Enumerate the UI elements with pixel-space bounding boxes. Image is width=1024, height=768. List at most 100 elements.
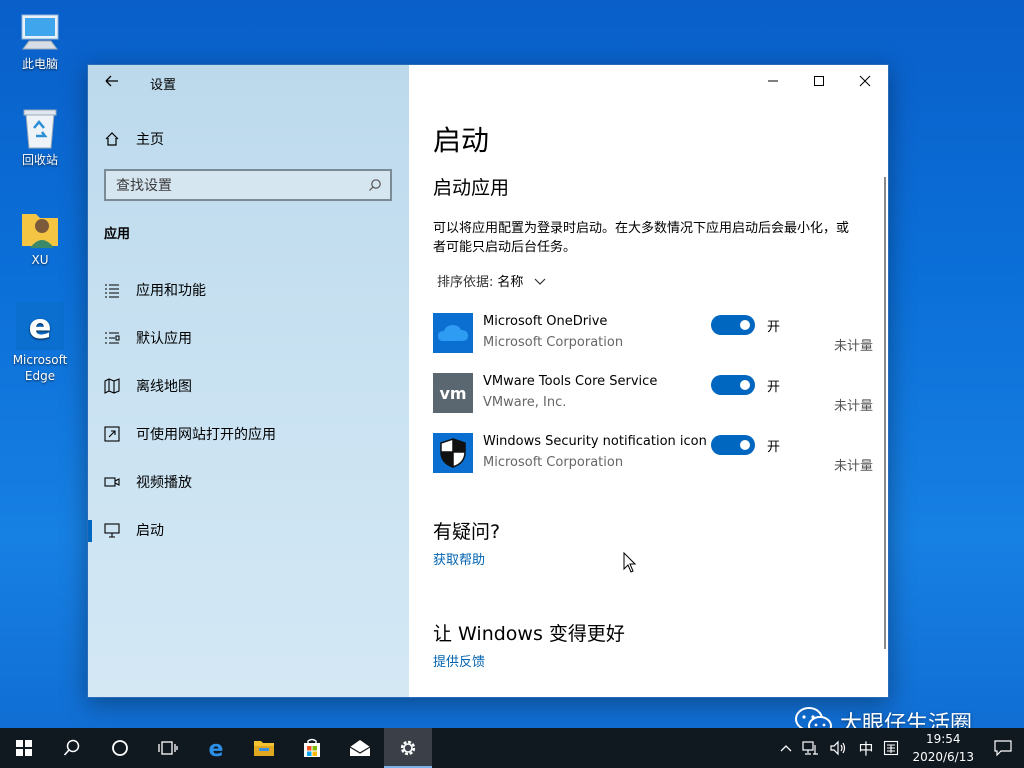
taskbar-store[interactable] [288, 728, 336, 768]
start-button[interactable] [0, 728, 48, 768]
startup-app-list: Microsoft OneDrive Microsoft Corporation… [433, 311, 873, 491]
task-view-button[interactable] [144, 728, 192, 768]
taskbar-mail[interactable] [336, 728, 384, 768]
taskbar-settings[interactable] [384, 728, 432, 768]
volume-button[interactable] [825, 740, 853, 756]
default-apps-icon [104, 330, 120, 346]
taskbar: e 中 19:54 2020/6/13 [0, 728, 1024, 768]
taskbar-edge[interactable]: e [192, 728, 240, 768]
vmware-icon: vm [433, 373, 473, 413]
apps-features-icon [104, 282, 120, 298]
description-text: 可以将应用配置为登录时启动。在大多数情况下应用启动后会最小化，或者可能只启动后台… [433, 221, 850, 255]
sidebar-item-offline-maps[interactable]: 离线地图 [88, 362, 409, 410]
desktop-icon-edge[interactable]: e Microsoft Edge [4, 302, 76, 384]
desktop-icon-this-pc[interactable]: 此电脑 [4, 10, 76, 72]
clock-date: 2020/6/13 [912, 750, 974, 764]
startup-toggle[interactable] [711, 375, 755, 395]
nav-list: 应用和功能 默认应用 离线地图 可使用网站打开的应用 视频播放 启动 [88, 266, 409, 554]
ime-mode-icon [884, 740, 899, 756]
taskbar-file-explorer[interactable] [240, 728, 288, 768]
system-tray: 中 19:54 2020/6/13 [775, 728, 1024, 768]
notification-icon [994, 740, 1012, 756]
back-arrow-icon [105, 75, 118, 87]
list-item: vm VMware Tools Core Service VMware, Inc… [433, 371, 873, 431]
back-button[interactable] [104, 73, 124, 93]
settings-window: 设置 主页 查找设置 应用 应用和功能 默认应用 离线地图 可使用网站打开的应用… [87, 64, 889, 698]
desktop-icon-recycle-bin[interactable]: 回收站 [4, 106, 76, 168]
startup-impact: 未计量 [833, 399, 873, 414]
app-name: VMware Tools Core Service [483, 374, 658, 389]
caption-buttons [750, 65, 888, 97]
desktop-icon-label: 此电脑 [21, 57, 58, 71]
action-center-button[interactable] [982, 740, 1024, 756]
recycle-bin-icon [18, 106, 62, 150]
offline-maps-icon [104, 378, 120, 394]
ime-indicator[interactable]: 中 [853, 738, 878, 759]
scrollbar[interactable] [884, 177, 886, 649]
home-nav-item[interactable]: 主页 [104, 129, 164, 149]
sort-label: 排序依据: [437, 275, 494, 290]
ime-mode-button[interactable] [878, 740, 904, 756]
app-name: Windows Security notification icon [483, 434, 707, 449]
start-icon [16, 740, 32, 756]
sidebar-item-video-playback[interactable]: 视频播放 [88, 458, 409, 506]
section-label: 应用 [104, 227, 131, 242]
startup-toggle[interactable] [711, 315, 755, 335]
toggle-state-label: 开 [767, 320, 781, 335]
app-name: Microsoft OneDrive [483, 314, 608, 329]
chevron-up-icon [780, 745, 792, 752]
feedback-heading: 让 Windows 变得更好 [433, 623, 625, 645]
help-heading: 有疑问? [433, 521, 501, 543]
mail-icon [349, 740, 371, 756]
cortana-icon [112, 740, 128, 756]
toggle-state-label: 开 [767, 380, 781, 395]
list-item: Microsoft OneDrive Microsoft Corporation… [433, 311, 873, 371]
sidebar-item-label: 启动 [136, 523, 164, 539]
sidebar-item-default-apps[interactable]: 默认应用 [88, 314, 409, 362]
windows-security-icon [433, 433, 473, 473]
sidebar-item-apps-for-websites[interactable]: 可使用网站打开的应用 [88, 410, 409, 458]
mouse-cursor-icon [623, 552, 637, 573]
desktop-icon-user-folder[interactable]: XU [4, 206, 76, 268]
give-feedback-link[interactable]: 提供反馈 [433, 651, 485, 670]
sort-dropdown[interactable]: 排序依据: 名称 [437, 271, 547, 290]
minimize-button[interactable] [750, 65, 796, 97]
onedrive-icon [433, 313, 473, 353]
content-pane: 启动 启动应用 可以将应用配置为登录时启动。在大多数情况下应用启动后会最小化，或… [409, 65, 888, 697]
show-hidden-icons-button[interactable] [775, 743, 797, 753]
task-view-icon [158, 741, 178, 755]
search-icon [369, 179, 381, 191]
search-button[interactable] [48, 728, 96, 768]
store-icon [304, 738, 320, 757]
section-heading: 启动应用 [433, 177, 510, 199]
get-help-link[interactable]: 获取帮助 [433, 549, 485, 568]
sidebar: 设置 主页 查找设置 应用 应用和功能 默认应用 离线地图 可使用网站打开的应用… [88, 65, 409, 697]
file-explorer-icon [254, 741, 274, 756]
startup-impact: 未计量 [833, 459, 873, 474]
startup-toggle[interactable] [711, 435, 755, 455]
search-placeholder: 查找设置 [116, 178, 172, 194]
sidebar-item-apps-features[interactable]: 应用和功能 [88, 266, 409, 314]
network-icon [802, 741, 819, 755]
clock[interactable]: 19:54 2020/6/13 [904, 730, 982, 766]
maximize-button[interactable] [796, 65, 842, 97]
search-icon [63, 739, 80, 756]
app-publisher: Microsoft Corporation [483, 335, 624, 350]
close-button[interactable] [842, 65, 888, 97]
sidebar-item-label: 离线地图 [136, 379, 192, 395]
settings-icon [400, 740, 416, 756]
edge-icon: e [209, 737, 224, 759]
sidebar-item-startup[interactable]: 启动 [88, 506, 409, 554]
computer-icon [18, 10, 62, 54]
sidebar-item-label: 默认应用 [136, 331, 192, 347]
search-input[interactable]: 查找设置 [104, 169, 392, 201]
clock-time: 19:54 [925, 732, 961, 746]
video-playback-icon [104, 474, 120, 490]
network-button[interactable] [797, 740, 825, 756]
sort-value: 名称 [497, 275, 524, 290]
cortana-button[interactable] [96, 728, 144, 768]
startup-impact: 未计量 [833, 339, 873, 354]
chevron-down-icon [534, 278, 546, 285]
window-title: 设置 [150, 78, 177, 93]
page-title: 启动 [433, 124, 490, 157]
